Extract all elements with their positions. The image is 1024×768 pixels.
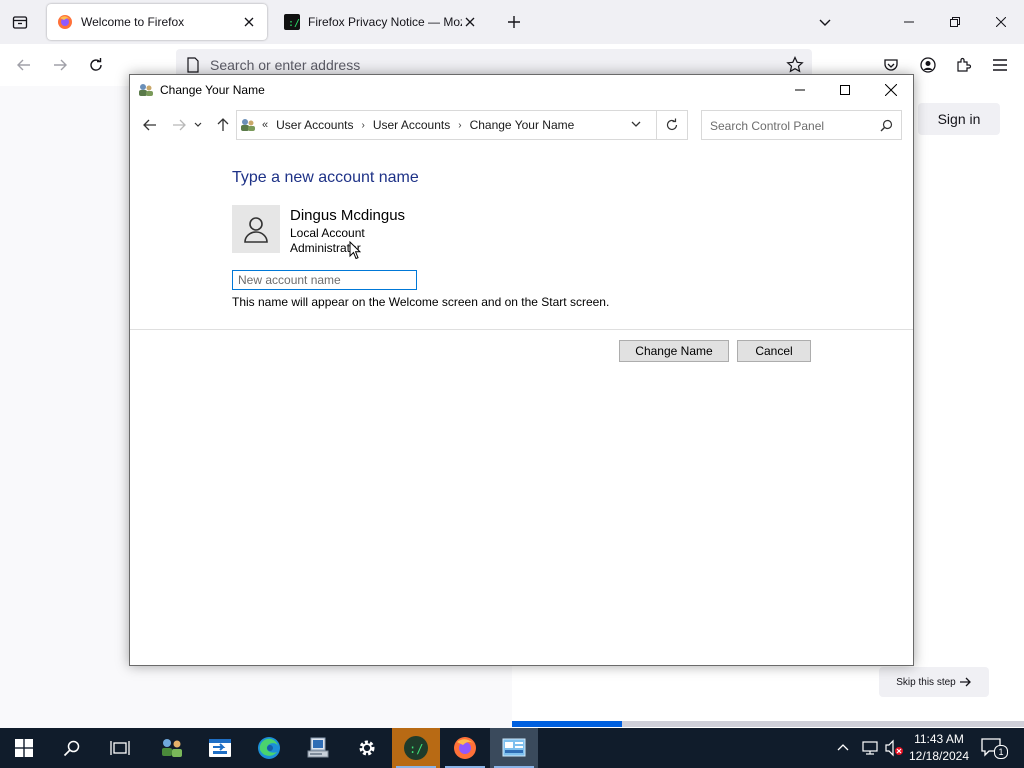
- task-view-icon[interactable]: [96, 728, 144, 768]
- list-all-tabs-icon[interactable]: [6, 8, 34, 36]
- skip-step-button[interactable]: Skip this step: [879, 667, 989, 697]
- explorer-forward-arrow-icon[interactable]: [165, 111, 193, 139]
- cancel-button[interactable]: Cancel: [737, 340, 811, 362]
- minimize-window-icon[interactable]: [886, 0, 932, 44]
- settings-gear-icon[interactable]: [343, 728, 391, 768]
- name-hint-text: This name will appear on the Welcome scr…: [232, 295, 610, 309]
- computer-icon[interactable]: [294, 728, 342, 768]
- recent-locations-chevron-down-icon[interactable]: [190, 111, 206, 139]
- close-tab-icon[interactable]: [241, 14, 257, 30]
- reload-icon[interactable]: [82, 51, 110, 79]
- extensions-puzzle-icon[interactable]: [950, 51, 978, 79]
- breadcrumb-user-accounts[interactable]: User Accounts: [276, 118, 353, 132]
- new-tab-icon[interactable]: [500, 8, 528, 36]
- search-placeholder: Search Control Panel: [710, 119, 825, 133]
- tab-firefox-privacy-notice[interactable]: :/ Firefox Privacy Notice — Mozill: [274, 4, 488, 40]
- window-title: Change Your Name: [160, 83, 265, 97]
- svg-text::/: :/: [409, 742, 423, 756]
- page-icon: [186, 57, 200, 73]
- network-status-icon[interactable]: [861, 739, 879, 757]
- tab-overflow-chevron-down-icon[interactable]: [811, 8, 839, 36]
- change-name-button[interactable]: Change Name: [619, 340, 729, 362]
- account-icon[interactable]: [914, 51, 942, 79]
- page-heading: Type a new account name: [232, 169, 419, 186]
- dialog-maximize-icon[interactable]: [822, 75, 868, 105]
- user-avatar: [232, 205, 280, 253]
- address-bar[interactable]: « User Accounts › User Accounts › Change…: [236, 110, 688, 140]
- user-display-name: Dingus Mcdingus: [290, 207, 406, 224]
- onboarding-progress-fill: [512, 721, 623, 727]
- breadcrumb-overflow-icon[interactable]: «: [262, 119, 268, 131]
- sign-in-button[interactable]: Sign in: [918, 103, 1000, 135]
- notifications-icon[interactable]: 1: [980, 737, 1010, 759]
- breadcrumb-separator-icon[interactable]: ›: [362, 120, 365, 131]
- skip-step-label: Skip this step: [896, 676, 956, 688]
- firefox-taskbar-icon[interactable]: [441, 728, 489, 768]
- clock-time[interactable]: 11:43 AM: [905, 732, 973, 746]
- notification-count-badge: 1: [994, 745, 1008, 759]
- up-arrow-icon[interactable]: [209, 111, 237, 139]
- breadcrumb-change-your-name[interactable]: Change Your Name: [470, 118, 575, 132]
- search-control-panel-input[interactable]: Search Control Panel: [701, 110, 902, 140]
- control-panel-users-icon: [240, 117, 256, 133]
- bookmark-star-icon[interactable]: [786, 56, 804, 74]
- close-tab-icon[interactable]: [462, 14, 478, 30]
- forward-arrow-icon[interactable]: [46, 51, 74, 79]
- browser-tab-bar: Welcome to Firefox :/ Firefox Privacy No…: [0, 0, 1024, 44]
- new-account-name-input[interactable]: [232, 270, 417, 290]
- show-hidden-icons-chevron-up-icon[interactable]: [836, 740, 850, 754]
- arrow-right-icon: [959, 677, 972, 687]
- dialog-divider: [130, 329, 913, 330]
- account-type-label: Local Account: [290, 226, 365, 240]
- explorer-back-arrow-icon[interactable]: [136, 111, 164, 139]
- dialog-minimize-icon[interactable]: [777, 75, 823, 105]
- user-avatar-icon: [243, 215, 269, 243]
- search-icon[interactable]: [880, 119, 893, 132]
- mozilla-favicon-icon: :/: [284, 14, 300, 30]
- terminal-app-icon[interactable]: :/: [392, 728, 440, 768]
- svg-text::/: :/: [288, 18, 300, 29]
- control-panel-taskbar-icon[interactable]: [490, 728, 538, 768]
- windows-taskbar: :/ 11:43 AM 12/18/2024 1: [0, 728, 1024, 768]
- volume-muted-icon[interactable]: [884, 739, 904, 757]
- refresh-icon[interactable]: [665, 118, 679, 132]
- address-divider: [656, 111, 657, 139]
- restore-window-icon[interactable]: [932, 0, 978, 44]
- tab-welcome-to-firefox[interactable]: Welcome to Firefox: [47, 4, 267, 40]
- windows-start-icon: [15, 739, 33, 757]
- close-window-icon[interactable]: [978, 0, 1024, 44]
- firefox-favicon-icon: [57, 14, 73, 30]
- network-people-icon[interactable]: [148, 728, 196, 768]
- taskbar-search-icon[interactable]: [48, 728, 96, 768]
- user-accounts-icon: [138, 82, 154, 98]
- mouse-cursor-icon: [349, 241, 361, 260]
- remote-app-icon[interactable]: [196, 728, 244, 768]
- change-your-name-window: Change Your Name « User Accounts › User …: [129, 74, 914, 666]
- breadcrumb-user-accounts-sub[interactable]: User Accounts: [373, 118, 450, 132]
- hamburger-menu-icon[interactable]: [986, 51, 1014, 79]
- tab-label: Firefox Privacy Notice — Mozill: [308, 15, 462, 29]
- url-placeholder: Search or enter address: [210, 57, 361, 73]
- start-button[interactable]: [0, 728, 48, 768]
- breadcrumb-separator-icon[interactable]: ›: [458, 120, 461, 131]
- tab-label: Welcome to Firefox: [81, 15, 185, 29]
- clock-date[interactable]: 12/18/2024: [905, 749, 973, 763]
- back-arrow-icon[interactable]: [10, 51, 38, 79]
- dialog-close-icon[interactable]: [868, 75, 914, 105]
- edge-browser-icon[interactable]: [245, 728, 293, 768]
- address-history-chevron-down-icon[interactable]: [631, 121, 641, 128]
